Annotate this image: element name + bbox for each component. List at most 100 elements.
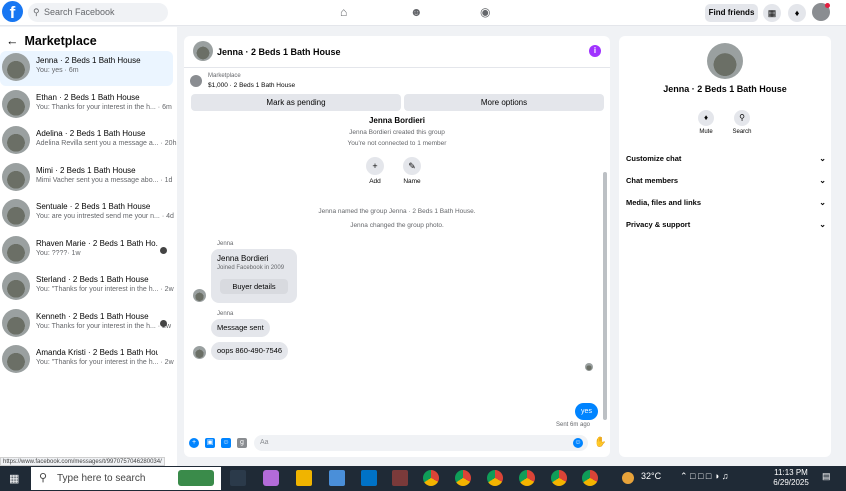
conversation-name: Sentuale · 2 Beds 1 Bath House <box>36 202 151 211</box>
chevron-down-icon: ⌄ <box>819 176 826 185</box>
file-explorer-icon[interactable] <box>296 470 312 486</box>
mute-label: Mute <box>699 129 713 135</box>
conversation-name: Rhaven Marie · 2 Beds 1 Bath Ho... <box>36 239 158 248</box>
conversation-item[interactable]: Sentuale · 2 Beds 1 Bath House You: are … <box>0 197 174 232</box>
chrome-icon[interactable] <box>455 470 471 486</box>
conversation-item[interactable]: Rhaven Marie · 2 Beds 1 Bath Ho... You: … <box>0 234 173 269</box>
avatar <box>2 272 30 300</box>
photo-icon[interactable]: ▣ <box>205 438 215 448</box>
buyer-joined: Joined Facebook in 2009 <box>217 265 285 271</box>
find-friends-button[interactable]: Find friends <box>705 4 758 22</box>
avatar <box>2 126 30 154</box>
taskbar-clock[interactable]: 11:13 PM 6/29/2025 <box>772 468 810 488</box>
gif-icon[interactable]: g <box>237 438 247 448</box>
chat-title[interactable]: Jenna · 2 Beds 1 Bath House <box>217 47 341 57</box>
privacy-support-section[interactable]: Privacy & support ⌄ <box>626 220 826 229</box>
conversation-snippet: You: yes · 6m <box>36 67 79 74</box>
top-navigation-bar: f ⚲ Search Facebook ⌂ ☻ ◉ Find friends ▦… <box>0 0 846 26</box>
chrome-icon[interactable] <box>487 470 503 486</box>
info-icon[interactable]: i <box>589 45 601 57</box>
conversation-snippet: Adelina Revilla sent you a message a... … <box>36 140 177 147</box>
avatar <box>2 53 30 81</box>
buyer-name: Jenna Bordieri <box>217 254 269 263</box>
conversation-item[interactable]: Kenneth · 2 Beds 1 Bath House You: Thank… <box>0 307 173 342</box>
conversation-item[interactable]: Jenna · 2 Beds 1 Bath House You: yes · 6… <box>0 51 173 86</box>
task-view-icon[interactable] <box>230 470 246 486</box>
weather-widget-icon[interactable] <box>178 470 214 486</box>
temperature-icon <box>622 472 634 484</box>
copilot-icon[interactable] <box>263 470 279 486</box>
chrome-icon[interactable] <box>423 470 439 486</box>
groups-icon[interactable]: ◉ <box>480 5 490 19</box>
section-label: Media, files and links <box>626 198 702 207</box>
menu-grid-icon[interactable]: ▦ <box>763 4 781 22</box>
conversation-item[interactable]: Mimi · 2 Beds 1 Bath House Mimi Vacher s… <box>0 161 173 196</box>
conversation-name: Adelina · 2 Beds 1 Bath House <box>36 129 146 138</box>
bell-icon[interactable]: ♦ <box>698 110 714 126</box>
avatar <box>2 345 30 373</box>
sticker-icon[interactable]: ☺ <box>221 438 231 448</box>
plus-icon[interactable]: + <box>189 438 199 448</box>
more-options-button[interactable]: More options <box>404 94 604 111</box>
like-icon[interactable]: ✋ <box>594 438 606 448</box>
seen-avatar <box>160 320 167 327</box>
store-icon[interactable] <box>329 470 345 486</box>
back-arrow-icon[interactable]: ← <box>6 34 19 48</box>
home-icon[interactable]: ⌂ <box>340 5 347 19</box>
chrome-icon[interactable] <box>551 470 567 486</box>
chrome-icon[interactable] <box>582 470 598 486</box>
mark-as-pending-button[interactable]: Mark as pending <box>191 94 401 111</box>
system-tray-icons[interactable]: ⌃ □ □ □ ◑ ♫ <box>680 471 729 482</box>
notifications-bell-icon[interactable]: ♦ <box>788 4 806 22</box>
conversation-snippet: You: "Thanks for your interest in the h.… <box>36 359 174 366</box>
avatar <box>2 236 30 264</box>
conversation-item[interactable]: Sterland · 2 Beds 1 Bath House You: "Tha… <box>0 270 174 305</box>
avatar <box>2 90 30 118</box>
chat-scrollbar[interactable] <box>603 120 607 420</box>
conversation-item[interactable]: Adelina · 2 Beds 1 Bath House Adelina Re… <box>0 124 177 159</box>
sender-avatar <box>193 289 206 302</box>
add-person-icon[interactable]: + <box>366 157 384 175</box>
windows-start-icon[interactable]: ▦ <box>9 472 21 485</box>
pencil-icon[interactable]: ✎ <box>403 157 421 175</box>
message-input[interactable]: Aa <box>254 435 588 451</box>
marketplace-label: Marketplace <box>208 73 241 79</box>
temperature-text[interactable]: 32°C <box>641 471 661 481</box>
active-app-icon[interactable] <box>392 470 408 486</box>
name-label: Name <box>403 178 421 185</box>
section-label: Customize chat <box>626 154 682 163</box>
search-input[interactable]: ⚲ Search Facebook <box>28 3 168 22</box>
conversation-snippet: You: are you intrested send me your n...… <box>36 213 174 220</box>
chrome-icon[interactable] <box>519 470 535 486</box>
notification-center-icon[interactable]: ▤ <box>822 471 831 482</box>
conversation-snippet: You: "Thanks for your interest in the h.… <box>36 286 174 293</box>
outlook-icon[interactable] <box>361 470 377 486</box>
emoji-icon[interactable]: ☺ <box>573 438 583 448</box>
photo-event-text: Jenna changed the group photo. <box>350 222 444 229</box>
group-name: Jenna Bordieri <box>368 116 425 123</box>
customize-chat-section[interactable]: Customize chat ⌄ <box>626 154 826 163</box>
group-created-text: Jenna Bordieri created this group <box>349 129 445 136</box>
chat-members-section[interactable]: Chat members ⌄ <box>626 176 826 185</box>
search-label: Search <box>732 129 752 135</box>
chevron-down-icon: ⌄ <box>819 198 826 207</box>
conversation-name: Kenneth · 2 Beds 1 Bath House <box>36 312 149 321</box>
media-files-links-section[interactable]: Media, files and links ⌄ <box>626 198 826 207</box>
search-icon: ⚲ <box>33 7 40 17</box>
chat-info-panel: Jenna · 2 Beds 1 Bath House ♦ Mute ⚲ Sea… <box>619 36 831 457</box>
avatar <box>2 163 30 191</box>
sender-avatar <box>193 346 206 359</box>
group-avatar[interactable] <box>707 43 743 79</box>
seen-avatar <box>160 247 167 254</box>
friends-icon[interactable]: ☻ <box>410 5 423 19</box>
conversation-item[interactable]: Ethan · 2 Beds 1 Bath House You: Thanks … <box>0 88 173 123</box>
chat-avatar[interactable] <box>193 41 213 61</box>
notification-dot <box>825 3 830 8</box>
scrollbar-thumb[interactable] <box>603 172 607 420</box>
conversation-snippet: You: Thanks for your interest in the h..… <box>36 323 172 330</box>
search-icon[interactable]: ⚲ <box>734 110 750 126</box>
search-icon: ⚲ <box>39 472 48 484</box>
buyer-details-button[interactable]: Buyer details <box>220 279 288 294</box>
facebook-logo[interactable]: f <box>2 1 23 22</box>
conversation-item[interactable]: Amanda Kristi · 2 Beds 1 Bath House You:… <box>0 343 174 378</box>
